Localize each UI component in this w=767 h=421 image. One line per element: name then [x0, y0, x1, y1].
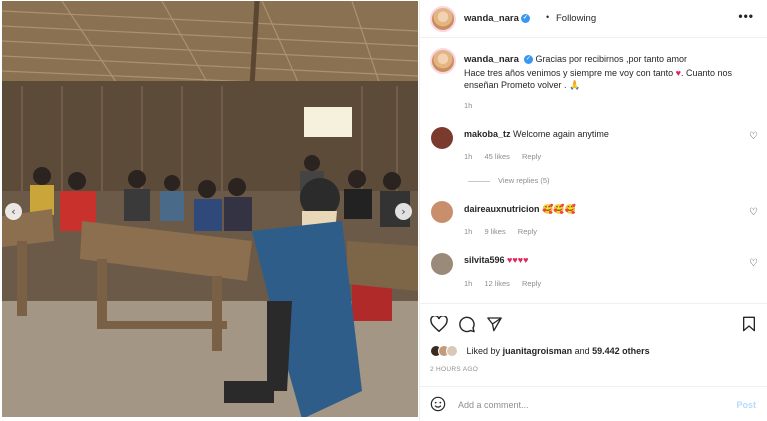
header-separator: • [546, 12, 550, 22]
caption-verified-badge-icon: ✓ [523, 55, 533, 65]
instagram-post-window: ‹ › wanda_nara ✓ • Following ••• wanda_na… [0, 0, 767, 421]
post-caption: wanda_nara ✓ Gracias por recibirnos ,por … [464, 53, 754, 92]
liked-by-middle: and [574, 346, 590, 356]
comment-body: makoba_tz Welcome again anytime [464, 129, 609, 139]
comment-like-heart-icon[interactable]: ♡ [749, 131, 758, 142]
emoji-smiley-icon[interactable] [430, 396, 446, 412]
post-photo[interactable]: ‹ › [2, 1, 418, 417]
commenter-avatar[interactable] [431, 127, 453, 149]
share-send-icon[interactable] [486, 316, 503, 332]
comment-reply-button[interactable]: Reply [522, 279, 541, 288]
caption-timestamp: 1h [464, 101, 473, 110]
comment-username[interactable]: silvita596 [464, 255, 505, 265]
comment-likes[interactable]: 45 likes [484, 152, 509, 161]
author-avatar[interactable] [430, 6, 456, 32]
commenter-avatar[interactable] [431, 253, 453, 275]
comment-meta: 1h 12 likes Reply [464, 279, 551, 288]
likes-count[interactable]: 59.442 others [592, 346, 650, 356]
post-timestamp: 2 HOURS AGO [430, 366, 479, 373]
caption-author-avatar[interactable] [430, 48, 456, 74]
following-button[interactable]: Following [556, 13, 596, 24]
comment-like-heart-icon[interactable]: ♡ [749, 258, 758, 269]
post-comment-button[interactable]: Post [736, 400, 756, 410]
comment-reply-button[interactable]: Reply [522, 152, 541, 161]
comment-text: 🥰🥰🥰 [542, 204, 576, 214]
more-options-icon[interactable]: ••• [738, 9, 754, 23]
comment-body: silvita596 ♥♥♥♥ [464, 255, 528, 265]
classroom-photo-illustration [2, 1, 418, 417]
likes-summary: Liked by juanitagroisman and 59.442 othe… [430, 345, 650, 357]
comment-meta: 1h 9 likes Reply [464, 227, 547, 236]
add-comment-bar: Add a comment... Post [420, 386, 767, 421]
save-bookmark-icon[interactable] [742, 316, 756, 332]
replies-divider-line [468, 180, 490, 182]
comment-time: 1h [464, 227, 473, 236]
view-replies-label[interactable]: View replies (5) [498, 176, 550, 185]
caption-line2a: Hace tres años venimos y siempre me voy … [464, 67, 674, 78]
likes-text: Liked by juanitagroisman and 59.442 othe… [467, 346, 650, 356]
post-details-panel: wanda_nara ✓ • Following ••• wanda_nara ✓ … [419, 0, 767, 421]
verified-badge-icon: ✓ [520, 13, 530, 23]
liker-avatar [446, 345, 458, 357]
post-header: wanda_nara ✓ • Following ••• [420, 0, 767, 38]
comment-username[interactable]: makoba_tz [464, 129, 511, 139]
caption-username[interactable]: wanda_nara [464, 54, 519, 65]
comment-username[interactable]: daireauxnutricion [464, 204, 540, 214]
previous-image-button[interactable]: ‹ [5, 203, 22, 220]
comment-text: Welcome again anytime [513, 129, 609, 139]
comment-likes[interactable]: 9 likes [484, 227, 505, 236]
action-bar [420, 303, 767, 343]
comment-reply-button[interactable]: Reply [518, 227, 537, 236]
author-username-text[interactable]: wanda_nara [464, 13, 519, 24]
pray-emoji-icon: 🙏 [569, 80, 581, 90]
liked-by-user[interactable]: juanitagroisman [503, 346, 573, 356]
commenter-avatar[interactable] [431, 201, 453, 223]
comment-time: 1h [464, 279, 473, 288]
comment-like-heart-icon[interactable]: ♡ [749, 207, 758, 218]
caption-line1: Gracias por recibirnos ,por tanto amor [535, 54, 688, 64]
liked-by-prefix: Liked by [466, 346, 501, 356]
next-image-button[interactable]: › [395, 203, 412, 220]
add-comment-input[interactable]: Add a comment... [458, 400, 529, 410]
author-username[interactable]: wanda_nara ✓ [464, 13, 530, 24]
comment-body: daireauxnutricion 🥰🥰🥰 [464, 204, 576, 215]
comment-meta: 1h 45 likes Reply [464, 152, 551, 161]
comment-text: ♥♥♥♥ [507, 255, 529, 265]
comment-time: 1h [464, 152, 473, 161]
comment-likes[interactable]: 12 likes [484, 279, 509, 288]
like-heart-icon[interactable] [430, 316, 448, 332]
view-replies-button[interactable]: View replies (5) [468, 176, 550, 185]
comment-bubble-icon[interactable] [458, 316, 476, 333]
